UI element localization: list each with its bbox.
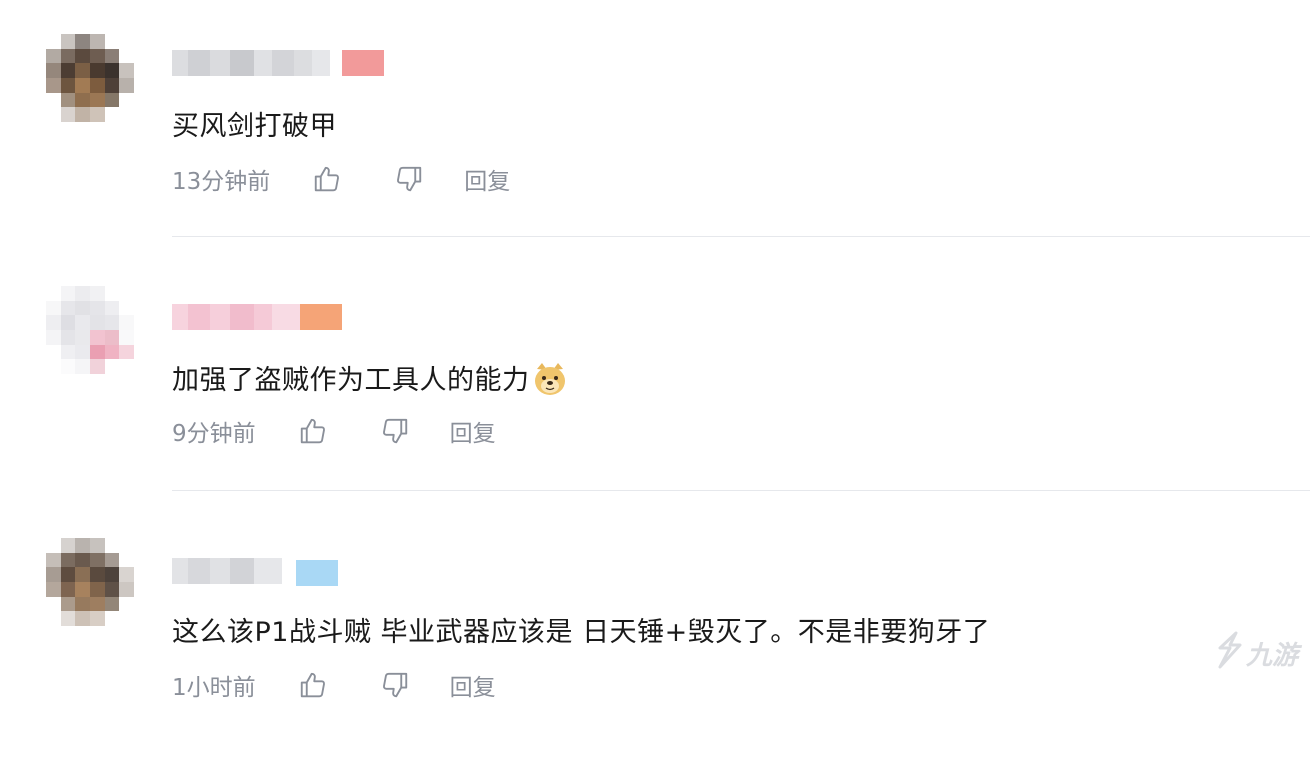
like-button[interactable] [312, 164, 342, 194]
watermark: 九游 [1212, 630, 1298, 677]
comment-time: 1小时前 [172, 675, 256, 701]
reply-button[interactable]: 回复 [450, 414, 496, 448]
reply-button[interactable]: 回复 [464, 162, 510, 196]
comment-item: 买风剑打破甲 13分钟前 回复 [0, 0, 1310, 250]
comment-meta: 9分钟前 回复 [172, 414, 496, 448]
dislike-button[interactable] [380, 416, 410, 446]
reply-button[interactable]: 回复 [450, 668, 496, 702]
username-blurred[interactable] [172, 304, 302, 330]
thumbs-up-icon [312, 164, 342, 194]
comment-divider [172, 490, 1310, 491]
thumbs-up-icon [298, 670, 328, 700]
comment-text: 加强了盗贼作为工具人的能力 [172, 358, 568, 397]
jiuyou-logo [1212, 630, 1246, 677]
comment-text: 这么该P1战斗贼 毕业武器应该是 日天锤+毁灭了。不是非要狗牙了 [172, 617, 991, 648]
user-badge [342, 50, 384, 76]
dislike-button[interactable] [380, 670, 410, 700]
watermark-text: 九游 [1245, 641, 1298, 671]
comment-item: 加强了盗贼作为工具人的能力 9分钟前 回复 [0, 252, 1310, 502]
username-blurred[interactable] [172, 558, 282, 584]
thumbs-down-icon [394, 164, 424, 194]
like-button[interactable] [298, 416, 328, 446]
doge-emoji [532, 361, 568, 397]
avatar[interactable] [46, 286, 134, 374]
like-button[interactable] [298, 670, 328, 700]
comment-meta: 1小时前 回复 [172, 668, 496, 702]
avatar[interactable] [46, 34, 134, 122]
username-blurred[interactable] [172, 50, 330, 76]
avatar[interactable] [46, 538, 134, 626]
comment-divider [172, 236, 1310, 237]
comment-meta: 13分钟前 回复 [172, 162, 510, 196]
comment-text: 买风剑打破甲 [172, 111, 337, 142]
user-badge [300, 304, 342, 330]
thumbs-down-icon [380, 416, 410, 446]
comment-time: 9分钟前 [172, 421, 256, 447]
user-badge [296, 560, 338, 586]
thumbs-up-icon [298, 416, 328, 446]
comment-time: 13分钟前 [172, 169, 271, 195]
comment-item: 这么该P1战斗贼 毕业武器应该是 日天锤+毁灭了。不是非要狗牙了 1小时前 回复 [0, 508, 1310, 758]
thumbs-down-icon [380, 670, 410, 700]
comment-text-body: 加强了盗贼作为工具人的能力 [172, 365, 530, 396]
dislike-button[interactable] [394, 164, 424, 194]
